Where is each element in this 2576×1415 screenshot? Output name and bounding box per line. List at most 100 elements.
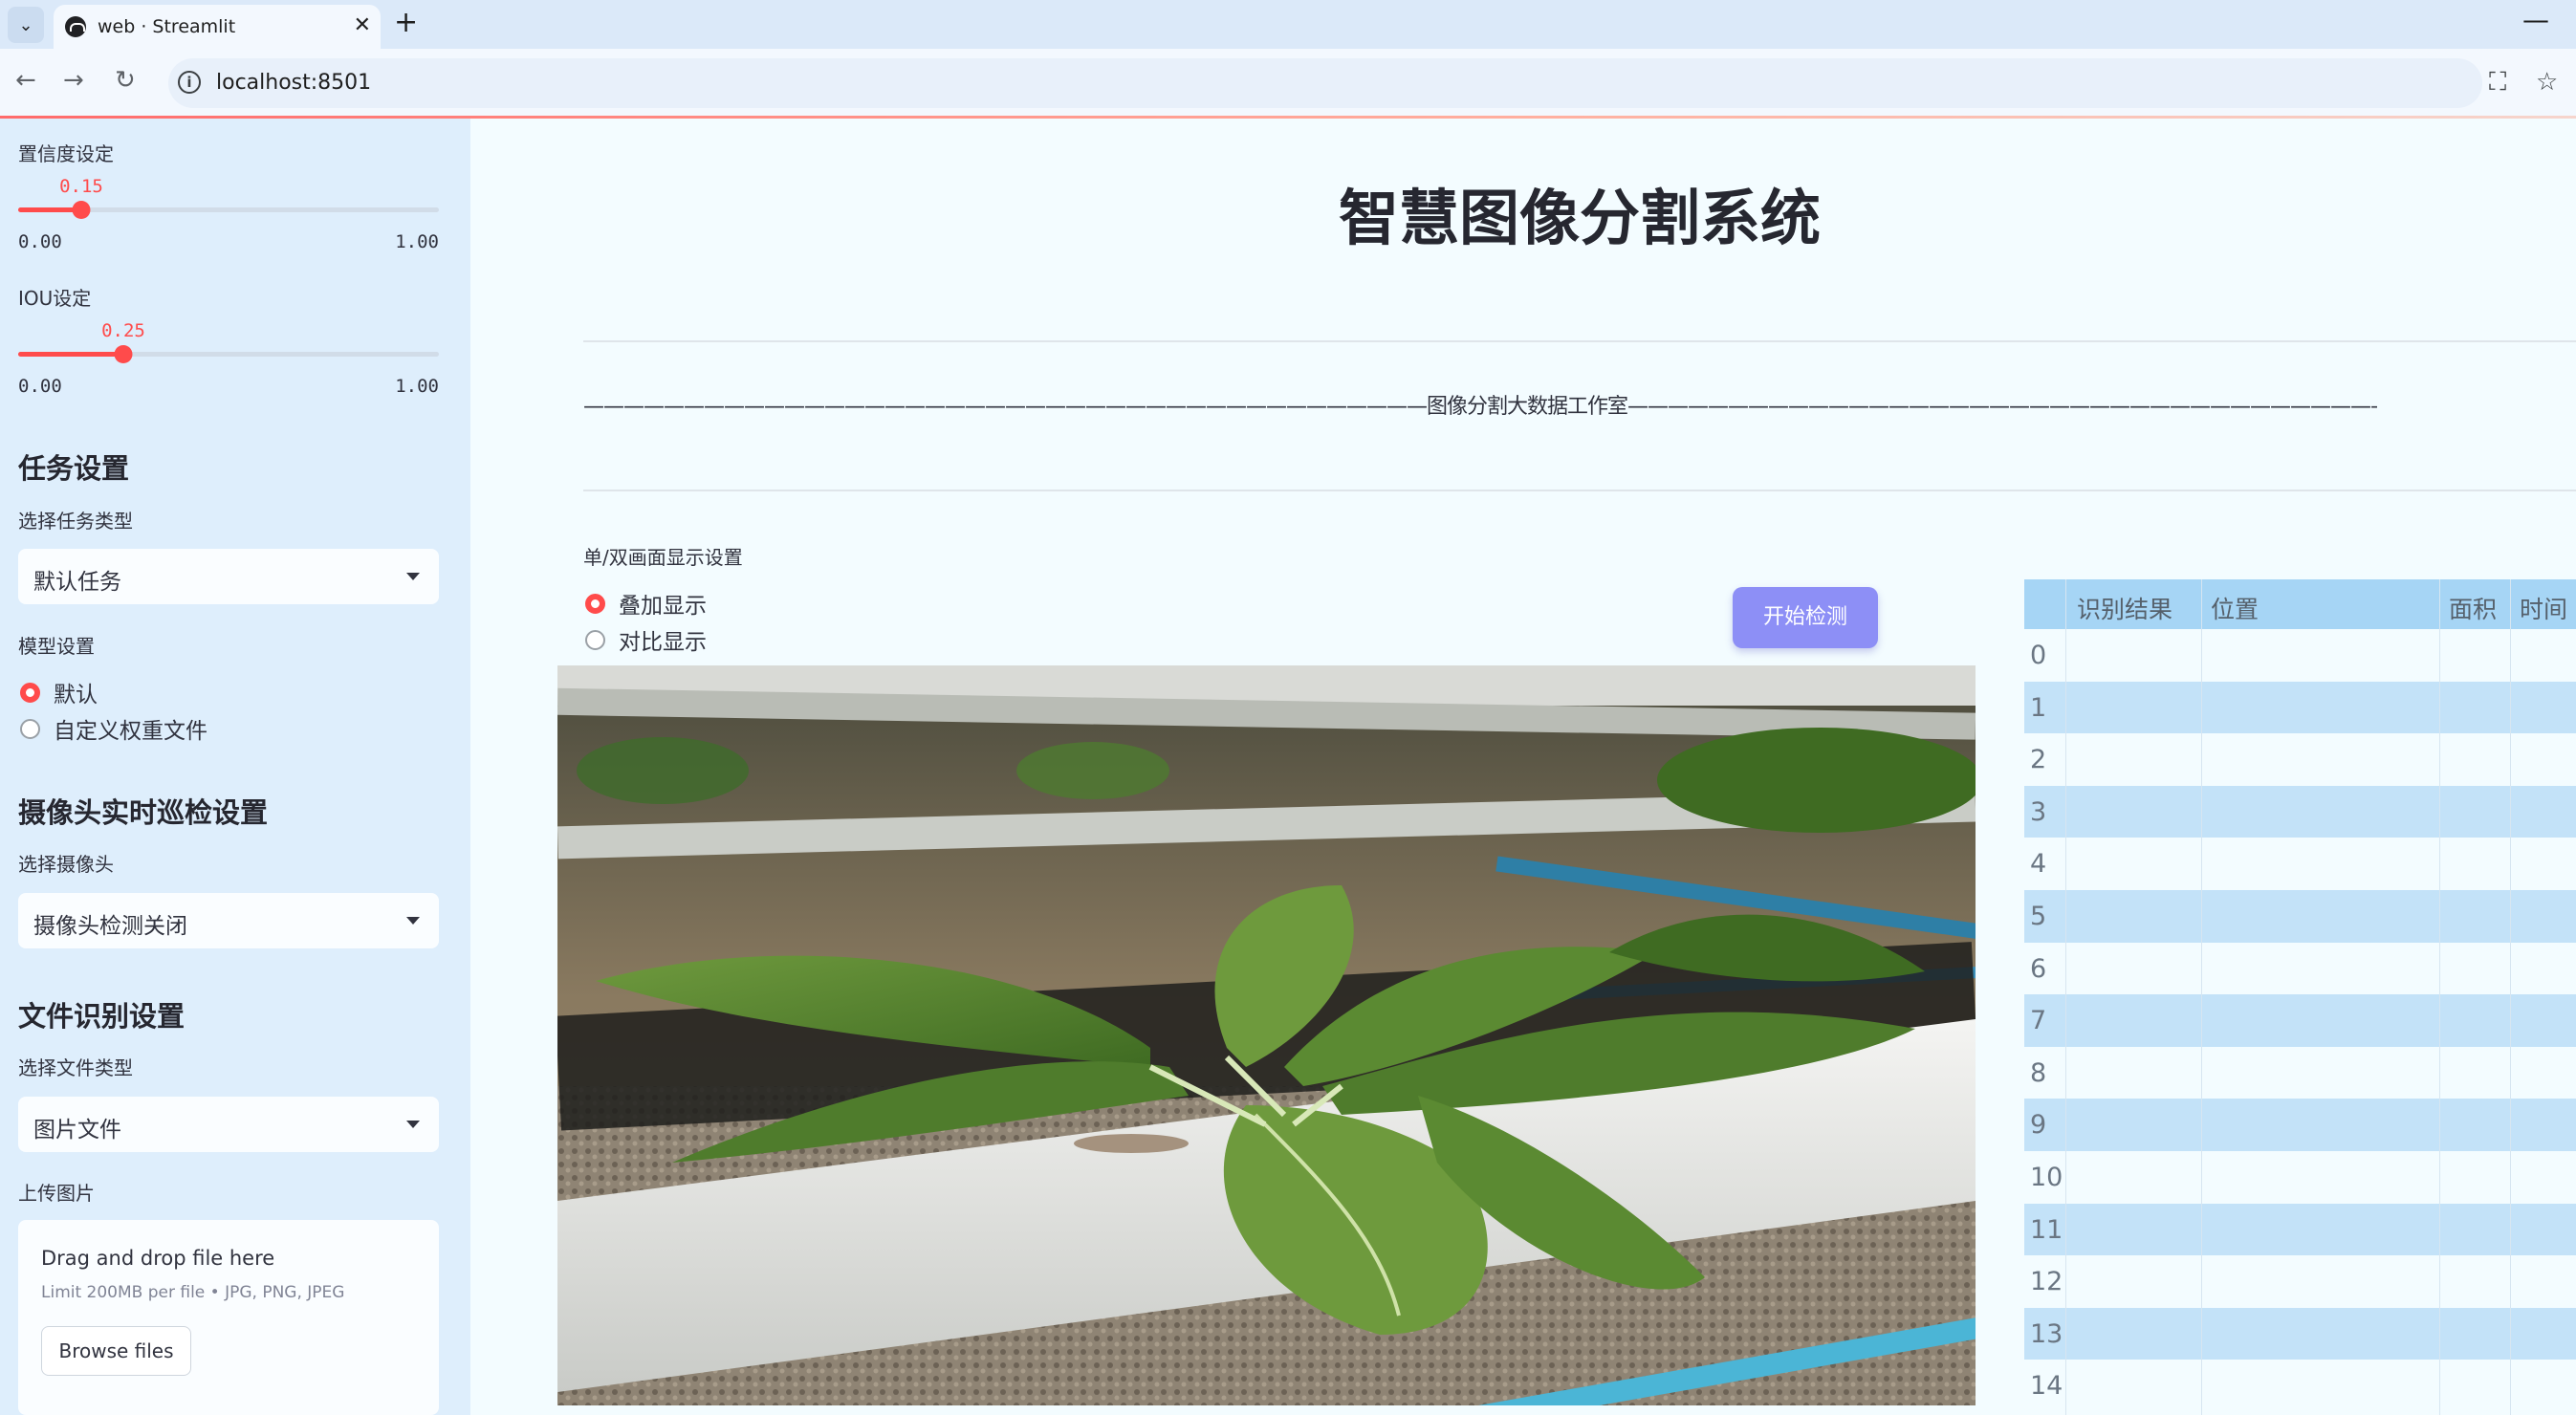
slider-track[interactable]: [18, 345, 439, 363]
radio-selected-icon[interactable]: [20, 682, 40, 703]
select-value: 图片文件: [33, 1118, 121, 1143]
table-row[interactable]: 13: [2024, 1307, 2576, 1361]
table-row[interactable]: 2: [2024, 733, 2576, 786]
iou-label: IOU设定: [18, 287, 92, 310]
translate-icon[interactable]: ⛶: [2489, 68, 2506, 98]
confidence-slider[interactable]: 0.15 0.00 1.00: [18, 176, 439, 252]
model-radio-default[interactable]: 默认: [20, 676, 98, 708]
radio-selected-icon[interactable]: [585, 593, 605, 614]
model-radio-custom[interactable]: 自定义权重文件: [20, 712, 207, 745]
table-row[interactable]: 6: [2024, 943, 2576, 995]
close-tab-icon[interactable]: ✕: [354, 13, 371, 37]
caret-down-icon: [406, 573, 420, 580]
camera-label: 选择摄像头: [18, 853, 114, 876]
column-divider: [2201, 579, 2202, 1415]
file-type-select[interactable]: 图片文件: [18, 1097, 439, 1152]
forward-arrow-icon[interactable]: →: [63, 66, 84, 95]
table-row[interactable]: 12: [2024, 1255, 2576, 1308]
row-index: 12: [2030, 1267, 2063, 1297]
divider: [583, 340, 2576, 342]
select-value: 摄像头检测关闭: [33, 914, 187, 939]
page-title: 智慧图像分割系统: [1339, 184, 1821, 253]
chevron-down-icon: ⌄: [18, 14, 33, 35]
model-label: 模型设置: [18, 635, 95, 658]
caret-down-icon: [406, 1121, 420, 1128]
column-divider: [2439, 579, 2440, 1415]
radio-unselected-icon[interactable]: [585, 629, 605, 650]
back-arrow-icon[interactable]: ←: [15, 66, 36, 95]
table-row[interactable]: 4: [2024, 838, 2576, 890]
site-info-icon[interactable]: i: [178, 71, 201, 94]
row-index: 8: [2030, 1057, 2047, 1088]
row-index: 13: [2030, 1318, 2063, 1349]
camera-select[interactable]: 摄像头检测关闭: [18, 893, 439, 948]
row-index: 14: [2030, 1371, 2063, 1402]
table-row[interactable]: 8: [2024, 1047, 2576, 1099]
minimize-window-icon[interactable]: —: [2522, 4, 2549, 35]
browse-files-button[interactable]: Browse files: [41, 1326, 191, 1376]
display-mode-label: 单/双画面显示设置: [583, 546, 743, 569]
streamlit-favicon-icon: [65, 16, 86, 37]
file-uploader-dropzone[interactable]: Drag and drop file here Limit 200MB per …: [18, 1220, 439, 1415]
display-radio-overlay[interactable]: 叠加显示: [585, 587, 707, 620]
row-index: 9: [2030, 1110, 2047, 1141]
row-index: 11: [2030, 1214, 2063, 1245]
slider-thumb[interactable]: [72, 201, 91, 219]
slider-track[interactable]: [18, 201, 439, 219]
table-row[interactable]: 5: [2024, 890, 2576, 943]
task-type-select[interactable]: 默认任务: [18, 549, 439, 604]
select-value: 默认任务: [33, 570, 121, 595]
confidence-label: 置信度设定: [18, 142, 114, 165]
table-row[interactable]: 9: [2024, 1099, 2576, 1151]
iou-slider[interactable]: 0.25 0.00 1.00: [18, 320, 439, 397]
display-radio-compare[interactable]: 对比显示: [585, 623, 707, 656]
divider: [583, 490, 2576, 491]
table-row[interactable]: 7: [2024, 994, 2576, 1047]
address-input[interactable]: i localhost:8501: [168, 58, 2482, 108]
upload-label: 上传图片: [18, 1182, 95, 1205]
table-row[interactable]: 0: [2024, 629, 2576, 682]
column-header[interactable]: 时间: [2520, 591, 2567, 625]
slider-value: 0.25: [101, 320, 145, 341]
row-index: 5: [2030, 902, 2047, 931]
address-bar-row: ← → ↻ i localhost:8501 ⛶ ☆: [0, 49, 2576, 118]
new-tab-icon[interactable]: +: [394, 6, 418, 39]
radio-unselected-icon[interactable]: [20, 718, 40, 739]
row-index: 1: [2030, 692, 2047, 723]
radio-label: 自定义权重文件: [54, 719, 207, 744]
browser-tab[interactable]: web · Streamlit ✕: [54, 5, 381, 49]
file-type-label: 选择文件类型: [18, 1056, 133, 1079]
table-header: 识别结果 位置 面积 时间: [2024, 579, 2576, 629]
slider-min: 0.00: [18, 376, 62, 397]
dropzone-text: Drag and drop file here: [41, 1247, 275, 1270]
bookmark-star-icon[interactable]: ☆: [2536, 68, 2558, 97]
table-row[interactable]: 3: [2024, 785, 2576, 838]
slider-min: 0.00: [18, 231, 62, 252]
start-detection-button[interactable]: 开始检测: [1733, 587, 1878, 648]
reload-icon[interactable]: ↻: [115, 66, 136, 95]
camera-section-heading: 摄像头实时巡检设置: [18, 796, 269, 829]
slider-value: 0.15: [59, 176, 103, 197]
table-row[interactable]: 1: [2024, 681, 2576, 734]
file-section-heading: 文件识别设置: [18, 1000, 186, 1033]
column-header[interactable]: 位置: [2211, 591, 2259, 625]
row-index: 0: [2030, 641, 2047, 670]
task-section-heading: 任务设置: [18, 452, 130, 485]
row-index: 6: [2030, 953, 2047, 984]
row-index: 10: [2030, 1163, 2063, 1192]
column-header[interactable]: 识别结果: [2077, 591, 2172, 625]
plant-photo-illustration: [557, 665, 1976, 1405]
dropzone-limit-text: Limit 200MB per file • JPG, PNG, JPEG: [41, 1283, 345, 1302]
table-row[interactable]: 11: [2024, 1203, 2576, 1256]
column-header[interactable]: 面积: [2449, 591, 2497, 625]
slider-thumb[interactable]: [114, 345, 133, 363]
table-row[interactable]: 10: [2024, 1151, 2576, 1204]
url-text: localhost:8501: [216, 71, 372, 95]
row-index: 2: [2030, 745, 2047, 775]
tab-title: web · Streamlit: [98, 16, 236, 37]
table-row[interactable]: 14: [2024, 1360, 2576, 1412]
detection-image: [557, 665, 1976, 1405]
tab-search-button[interactable]: ⌄: [8, 7, 44, 43]
slider-fill: [18, 352, 123, 357]
radio-label: 叠加显示: [619, 594, 707, 619]
